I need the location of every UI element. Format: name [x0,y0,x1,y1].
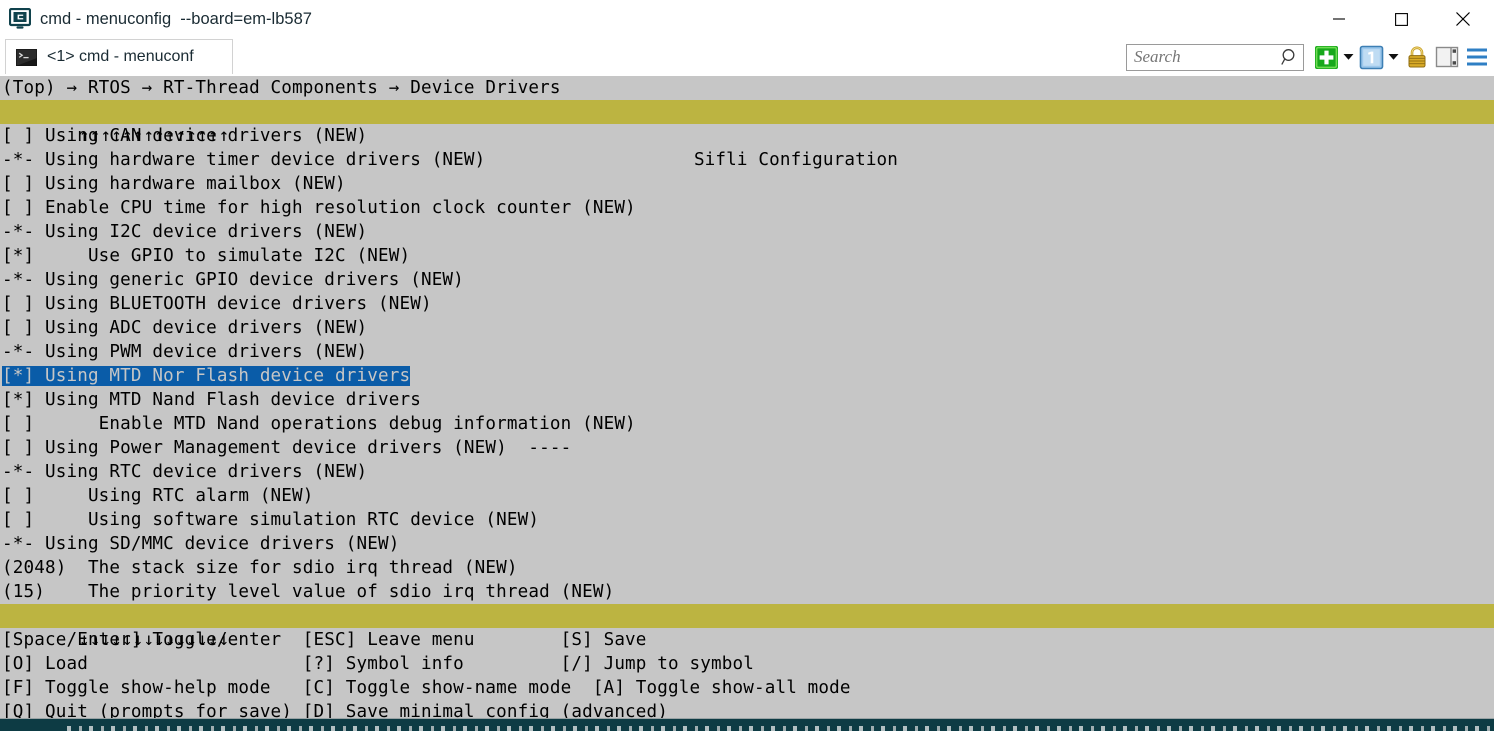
minimize-icon[interactable] [1308,0,1370,38]
menu-item-label-selected: [*] Using MTD Nor Flash device drivers [2,366,410,386]
menu-item-label: -*- Using SD/MMC device drivers (NEW) [2,534,399,554]
menu-item[interactable]: [ ] Using hardware mailbox (NEW) [0,172,1494,196]
menu-item-label: [ ] Enable CPU time for high resolution … [2,198,636,218]
console-monitor-icon [9,8,31,30]
green-plus-icon[interactable] [1312,43,1340,71]
scroll-down-indicator: ↓↓↓↓↓↓↓↓↓↓↓↓↓↓ [43,628,229,652]
menu-item-label: [ ] Using BLUETOOTH device drivers (NEW) [2,294,432,314]
menu-item-label: (2048) The stack size for sdio irq threa… [2,558,518,578]
help-line: [Q] Quit (prompts for save) [D] Save min… [0,700,1494,718]
new-console-group [1312,43,1357,71]
menu-item[interactable]: [*] Using MTD Nand Flash device drivers [0,388,1494,412]
breadcrumb: (Top) → RTOS → RT-Thread Components → De… [0,76,1494,100]
config-title: Sifli Configuration [0,148,1494,172]
menu-item-list[interactable]: [ ] Using CAN device drivers (NEW)-*- Us… [0,124,1494,604]
active-console-group [1357,43,1402,71]
menu-item-label: -*- Using PWM device drivers (NEW) [2,342,367,362]
menu-item[interactable]: (15) The priority level value of sdio ir… [0,580,1494,604]
menu-item[interactable]: (2048) The stack size for sdio irq threa… [0,556,1494,580]
window-title: cmd - menuconfig --board=em-lb587 [40,10,312,29]
menu-item-label: -*- Using I2C device drivers (NEW) [2,222,367,242]
menu-item[interactable]: [ ] Using ADC device drivers (NEW) [0,316,1494,340]
search-input[interactable] [1127,46,1280,69]
maximize-icon[interactable] [1370,0,1432,38]
window-titlebar: cmd - menuconfig --board=em-lb587 [0,0,1494,38]
chevron-down-icon[interactable] [1340,43,1357,71]
menu-item-label: [ ] Using Power Management device driver… [2,438,571,458]
menu-item-label: [ ] Using hardware mailbox (NEW) [2,174,346,194]
close-icon[interactable] [1432,0,1494,38]
hamburger-menu-icon[interactable] [1462,43,1492,71]
tab-label: <1> cmd - menuconf [47,48,194,66]
menu-item[interactable]: [ ] Enable MTD Nand operations debug inf… [0,412,1494,436]
terminal-screen[interactable]: (Top) → RTOS → RT-Thread Components → De… [0,76,1494,718]
menu-item[interactable]: [ ] Enable CPU time for high resolution … [0,196,1494,220]
padlock-icon[interactable] [1402,43,1432,71]
menu-item-label: [ ] Using ADC device drivers (NEW) [2,318,367,338]
menu-item[interactable]: [*] Using MTD Nor Flash device drivers [0,364,1494,388]
help-line: [F] Toggle show-help mode [C] Toggle sho… [0,676,1494,700]
menu-item-label: [ ] Using software simulation RTC device… [2,510,539,530]
menu-item[interactable]: -*- Using generic GPIO device drivers (N… [0,268,1494,292]
menu-item-label: [*] Using MTD Nand Flash device drivers [2,390,421,410]
search-icon[interactable] [1280,47,1300,67]
config-title-text: Sifli Configuration [694,148,898,172]
chevron-down-icon[interactable] [1385,43,1402,71]
menu-item[interactable]: [*] Use GPIO to simulate I2C (NEW) [0,244,1494,268]
menu-item[interactable]: -*- Using SD/MMC device drivers (NEW) [0,532,1494,556]
console-icon [16,49,37,66]
desktop-taskbar[interactable] [0,718,1494,731]
blue-one-panel-icon[interactable] [1357,43,1385,71]
menu-item[interactable]: -*- Using I2C device drivers (NEW) [0,220,1494,244]
split-pane-icon[interactable] [1432,43,1462,71]
menu-item-label: [ ] Using RTC alarm (NEW) [2,486,314,506]
window-controls [1308,0,1494,38]
scroll-up-indicator: ↑↑↑↑↑↑↑↑↑↑↑↑↑↑ [43,124,229,148]
menu-item[interactable]: -*- Using RTC device drivers (NEW) [0,460,1494,484]
menu-item[interactable]: [ ] Using software simulation RTC device… [0,508,1494,532]
menu-item-label: (15) The priority level value of sdio ir… [2,582,614,602]
menu-item-label: -*- Using generic GPIO device drivers (N… [2,270,464,290]
menu-item[interactable]: [ ] Using Power Management device driver… [0,436,1494,460]
menu-item[interactable]: [ ] Using BLUETOOTH device drivers (NEW) [0,292,1494,316]
tab-bar: <1> cmd - menuconf [0,38,1494,76]
menu-top-bar: ↑↑↑↑↑↑↑↑↑↑↑↑↑↑ Sifli Configuration [0,100,1494,124]
search-box[interactable] [1126,44,1304,71]
toolbar [1126,41,1492,73]
menu-item-label: [*] Use GPIO to simulate I2C (NEW) [2,246,410,266]
menu-item[interactable]: [ ] Using RTC alarm (NEW) [0,484,1494,508]
menu-item-label: [ ] Enable MTD Nand operations debug inf… [2,414,636,434]
tab-console-1[interactable]: <1> cmd - menuconf [5,39,233,74]
menu-bottom-bar: ↓↓↓↓↓↓↓↓↓↓↓↓↓↓ [0,604,1494,628]
taskbar-content [60,726,1494,731]
help-line: [O] Load [?] Symbol info [/] Jump to sym… [0,652,1494,676]
menu-item-label: -*- Using RTC device drivers (NEW) [2,462,367,482]
menu-item[interactable]: -*- Using PWM device drivers (NEW) [0,340,1494,364]
